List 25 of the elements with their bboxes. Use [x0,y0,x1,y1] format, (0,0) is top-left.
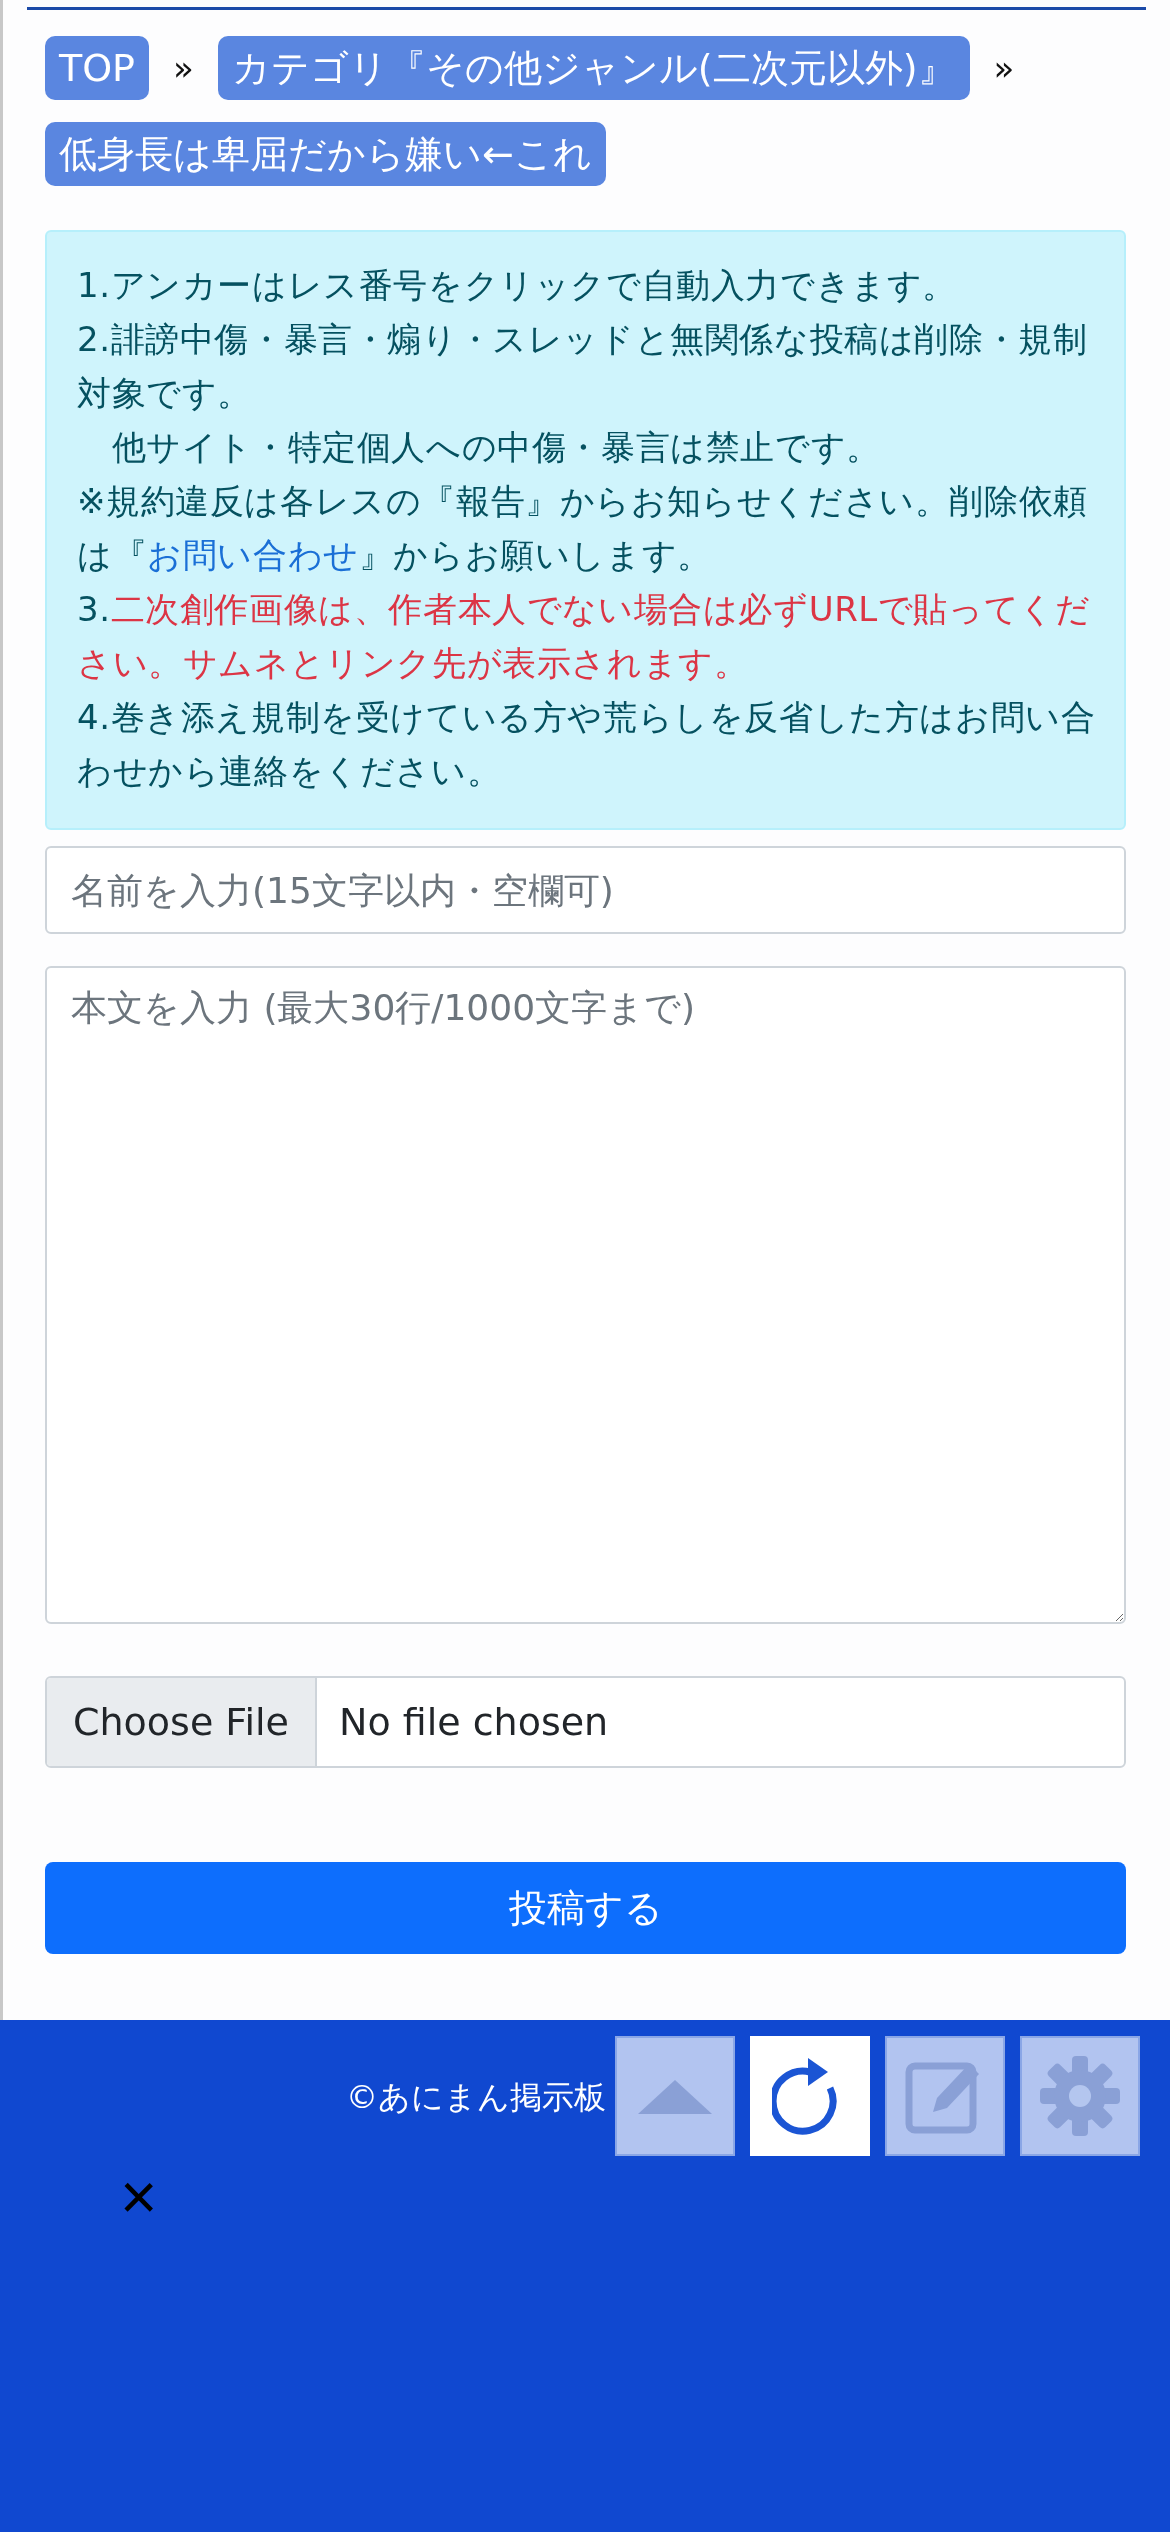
body-field[interactable]: 本文を入力 (最大30行/1000文字まで) [45,966,1126,1624]
notice-text: 2.誹謗中傷・暴言・煽り・スレッドと無関係な投稿は削除・規制対象です。 [77,318,1089,415]
settings-button[interactable] [1020,2036,1140,2156]
reload-button[interactable] [750,2036,870,2156]
notice-text: 4.巻き添え規制を受けている方や荒らしを反省した方はお問い合わせから連絡をください。 [77,696,1096,793]
choose-file-button[interactable]: Choose File [47,1678,317,1766]
breadcrumb-link[interactable]: カテゴリ『その他ジャンル(二次元以外)』 [217,36,970,100]
gear-icon [1038,2054,1122,2138]
notice-text: 1.アンカーはレス番号をクリックで自動入力できます。 [77,264,959,307]
close-button[interactable]: × [120,2165,158,2229]
breadcrumb-link[interactable]: 低身長は卑屈だから嫌い←これ [45,122,606,186]
file-field[interactable]: Choose File No file chosen [45,1676,1126,1768]
submit-button[interactable]: 投稿する [45,1862,1126,1954]
notice-text: 3.二次創作画像は、作者本人でない場合は必ずURLで貼ってください。サムネとリンク先が表示されます。 [77,588,1092,685]
notice-text: 他サイト・特定個人への中傷・暴言は禁止です。 [110,426,882,469]
name-field[interactable]: 名前を入力(15文字以内・空欄可) [45,846,1126,934]
file-status: No file chosen [337,1700,609,1744]
breadcrumb-separator: » [173,48,194,88]
write-button[interactable] [885,2036,1005,2156]
copyright-text: ©あにまん掲示板 [346,2077,606,2118]
breadcrumb-separator: » [993,48,1015,88]
contact-link[interactable]: お問い合わせ [147,535,359,575]
breadcrumb-link[interactable]: TOP [45,36,150,100]
up-button[interactable] [615,2036,735,2156]
notice-text: ※規約違反は各レスの『報告』からお知らせください。削除依頼は『お問い合わせ』からお願いします。 [77,480,1089,577]
